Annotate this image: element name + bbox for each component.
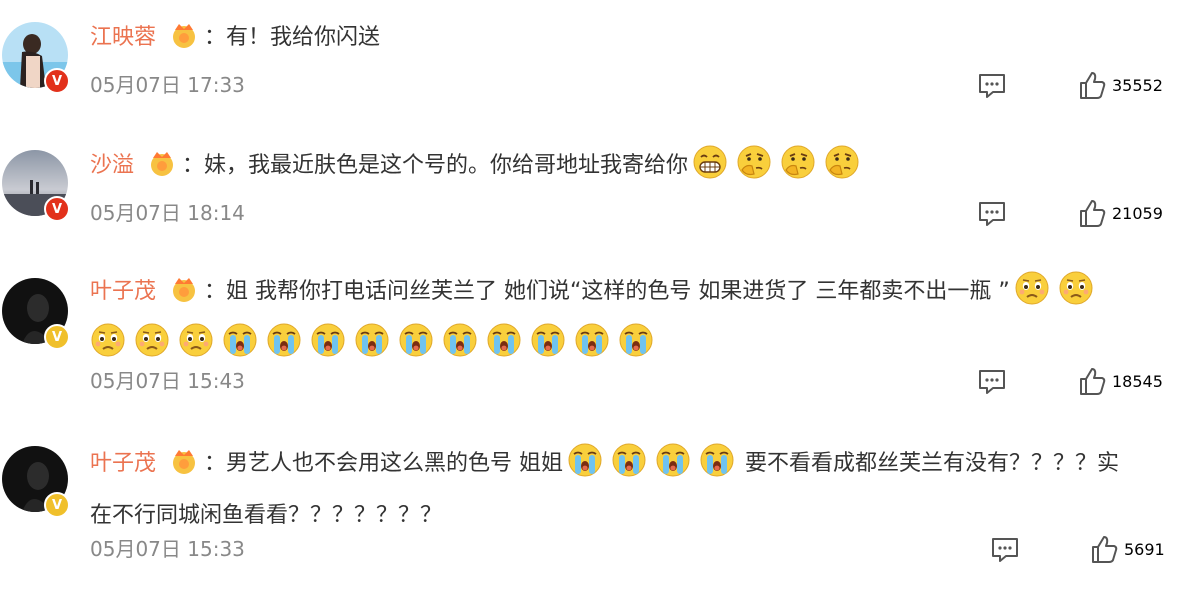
verified-badge-icon: V bbox=[44, 68, 70, 94]
thumbs-up-icon bbox=[1080, 72, 1106, 99]
comment-item: V 叶子茂 ：姐 我帮你打电话问丝芙兰了 她们说“这样的色号 如果进货了 三年都… bbox=[0, 260, 1197, 430]
username[interactable]: 沙溢 bbox=[90, 153, 134, 178]
think-emoji bbox=[736, 144, 772, 196]
emoji-group bbox=[688, 145, 864, 179]
avatar[interactable]: V bbox=[2, 22, 70, 94]
reply-button[interactable] bbox=[990, 536, 1020, 564]
avatar[interactable]: V bbox=[2, 150, 70, 222]
cry-emoji bbox=[486, 322, 522, 374]
emoji-group bbox=[563, 443, 739, 477]
comment-text: ：男艺人也不会用这么黑的色号 姐姐 bbox=[204, 451, 564, 476]
sad-emoji bbox=[1014, 270, 1050, 322]
verified-badge-icon: V bbox=[44, 324, 70, 350]
comment-item: V 沙溢 ：妹，我最近肤色是这个号的。你给哥地址我寄给你 05月07日 18:1… bbox=[0, 130, 1197, 260]
think-emoji bbox=[780, 144, 816, 196]
avatar[interactable]: V bbox=[2, 446, 70, 518]
crown-badge-icon bbox=[148, 149, 176, 193]
comment-time: 05月07日 18:14 bbox=[90, 201, 245, 225]
comment-item: V 叶子茂 ：男艺人也不会用这么黑的色号 姐姐 要不看看成都丝芙兰有没有？？？？实… bbox=[0, 430, 1197, 591]
thumbs-up-icon bbox=[1092, 536, 1118, 563]
reply-button[interactable] bbox=[977, 72, 1007, 100]
cry-emoji bbox=[618, 322, 654, 374]
avatar[interactable]: V bbox=[2, 278, 70, 350]
comment-text-cont: 要不看看成都丝芙兰有没有？？？？实 bbox=[745, 451, 1120, 476]
username[interactable]: 叶子茂 bbox=[90, 451, 156, 476]
username[interactable]: 叶子茂 bbox=[90, 279, 156, 304]
cry-emoji bbox=[655, 442, 691, 494]
comment-text: ：有！我给你闪送 bbox=[204, 25, 381, 50]
thumbs-up-icon bbox=[1080, 200, 1106, 227]
username[interactable]: 江映蓉 bbox=[90, 25, 156, 50]
like-count: 18545 bbox=[1112, 371, 1163, 391]
cry-emoji bbox=[310, 322, 346, 374]
like-button[interactable]: 18545 bbox=[1078, 366, 1163, 396]
like-count: 21059 bbox=[1112, 203, 1163, 223]
think-emoji bbox=[824, 144, 860, 196]
comment-text: ：姐 我帮你打电话问丝芙兰了 她们说“这样的色号 如果进货了 三年都卖不出一瓶 … bbox=[204, 279, 1010, 304]
crown-badge-icon bbox=[170, 275, 198, 319]
comment-list: V 江映蓉 ：有！我给你闪送 05月07日 17:33 35552 V 沙溢 ：… bbox=[0, 0, 1197, 591]
crown-badge-icon bbox=[170, 447, 198, 491]
cry-emoji bbox=[574, 322, 610, 374]
like-button[interactable]: 35552 bbox=[1078, 70, 1163, 100]
thumbs-up-icon bbox=[1080, 368, 1106, 395]
comment-time: 05月07日 15:33 bbox=[90, 537, 245, 561]
cry-emoji bbox=[442, 322, 478, 374]
like-count: 35552 bbox=[1112, 75, 1163, 95]
like-button[interactable]: 21059 bbox=[1078, 198, 1163, 228]
cry-emoji bbox=[611, 442, 647, 494]
verified-badge-icon: V bbox=[44, 492, 70, 518]
verified-badge-icon: V bbox=[44, 196, 70, 222]
like-button[interactable]: 5691 bbox=[1090, 534, 1165, 564]
cry-emoji bbox=[567, 442, 603, 494]
like-count: 5691 bbox=[1124, 539, 1165, 559]
crown-badge-icon bbox=[170, 21, 198, 65]
cry-emoji bbox=[398, 322, 434, 374]
comment-time: 05月07日 15:43 bbox=[90, 369, 245, 393]
comment-text: ：妹，我最近肤色是这个号的。你给哥地址我寄给你 bbox=[182, 153, 689, 178]
cry-emoji bbox=[354, 322, 390, 374]
cry-emoji bbox=[530, 322, 566, 374]
cry-emoji bbox=[699, 442, 735, 494]
cry-emoji bbox=[266, 322, 302, 374]
comment-text-line2: 在不行同城闲鱼看看？？？？？？？ bbox=[90, 503, 443, 528]
reply-button[interactable] bbox=[977, 200, 1007, 228]
emoji-group bbox=[86, 323, 658, 357]
comment-item: V 江映蓉 ：有！我给你闪送 05月07日 17:33 35552 bbox=[0, 0, 1197, 130]
grin-emoji bbox=[692, 144, 728, 196]
emoji-group bbox=[1010, 271, 1098, 305]
comment-time: 05月07日 17:33 bbox=[90, 73, 245, 97]
reply-button[interactable] bbox=[977, 368, 1007, 396]
sad-emoji bbox=[1058, 270, 1094, 322]
